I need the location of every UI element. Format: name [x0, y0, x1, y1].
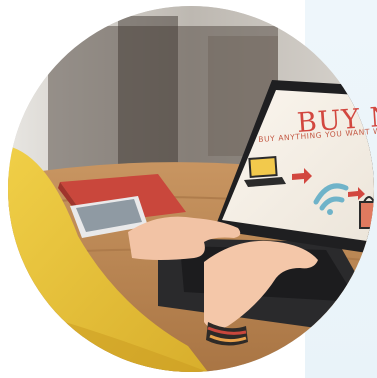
- photo-illustration: [8, 6, 374, 372]
- circular-photo: [8, 6, 374, 372]
- photo-stage: BUY NOW BUY ANYTHING YOU WANT WITH JUST: [0, 0, 377, 378]
